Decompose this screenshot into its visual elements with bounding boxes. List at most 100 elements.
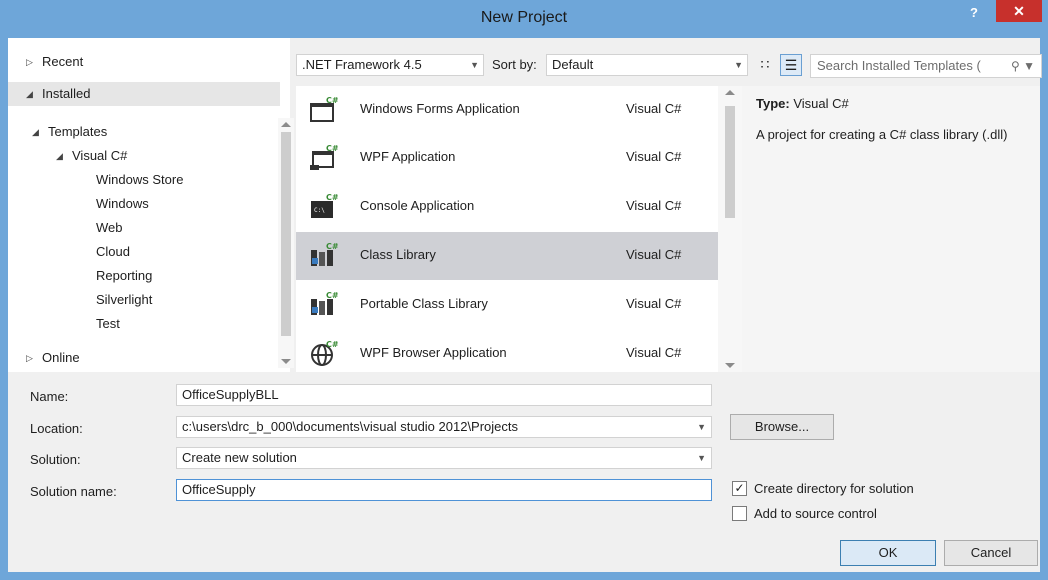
template-name: Console Application xyxy=(360,198,475,213)
list-view-icon[interactable]: ☰ xyxy=(780,54,802,76)
template-language: Visual C# xyxy=(626,296,682,311)
template-name: WPF Browser Application xyxy=(360,345,507,360)
scroll-down-icon[interactable] xyxy=(725,363,735,368)
solution-combo[interactable]: Create new solution ▼ xyxy=(176,447,712,469)
list-item-console-application[interactable]: C:\ C# Console Application Visual C# xyxy=(296,183,718,231)
chevron-down-icon: ▼ xyxy=(734,60,743,70)
class-library-icon: C# xyxy=(311,242,338,266)
tree-item-windows-store[interactable]: Windows Store xyxy=(8,168,280,192)
template-description: Type: Visual C# A project for creating a… xyxy=(742,86,1040,372)
type-value: Visual C# xyxy=(793,96,849,111)
wpf-application-icon: C# xyxy=(310,144,338,170)
expand-arrow-icon: ▷ xyxy=(26,353,33,363)
source-control-label: Add to source control xyxy=(754,506,877,521)
svg-text:C#: C# xyxy=(326,340,338,349)
chevron-down-icon: ▼ xyxy=(697,453,706,463)
create-directory-checkbox[interactable]: ✓ xyxy=(732,481,747,496)
close-button[interactable]: ✕ xyxy=(996,0,1042,22)
type-label: Type: xyxy=(756,96,790,111)
scroll-thumb[interactable] xyxy=(281,132,291,336)
tree-item-label: Visual C# xyxy=(72,148,128,163)
solution-name-value: OfficeSupply xyxy=(182,482,256,497)
list-item-class-library[interactable]: C# Class Library Visual C# xyxy=(296,232,718,280)
tree-item-visual-csharp[interactable]: ◢ Visual C# xyxy=(8,144,280,168)
tree-item-label: Windows xyxy=(96,196,149,211)
list-item-wpf-application[interactable]: C# WPF Application Visual C# xyxy=(296,134,718,182)
tree-item-silverlight[interactable]: Silverlight xyxy=(8,288,280,312)
search-icon[interactable]: ⚲ ▼ xyxy=(1011,55,1035,77)
list-item-portable-class-library[interactable]: C# Portable Class Library Visual C# xyxy=(296,281,718,329)
ok-button[interactable]: OK xyxy=(840,540,936,566)
name-field[interactable]: OfficeSupplyBLL xyxy=(176,384,712,406)
template-tree: ▷ Recent ◢ Installed ◢ Templates ◢ Visua… xyxy=(8,38,294,372)
svg-text:C#: C# xyxy=(326,144,338,153)
location-label: Location: xyxy=(30,421,83,436)
search-placeholder: Search Installed Templates ( xyxy=(817,58,981,73)
tree-item-label: Online xyxy=(42,350,80,365)
tree-scrollbar[interactable] xyxy=(278,118,294,368)
template-name: Portable Class Library xyxy=(360,296,488,311)
scroll-down-icon[interactable] xyxy=(281,359,291,364)
tree-item-label: Windows Store xyxy=(96,172,184,187)
tree-item-label: Cloud xyxy=(96,244,130,259)
scroll-up-icon[interactable] xyxy=(725,90,735,95)
framework-value: .NET Framework 4.5 xyxy=(302,57,422,72)
collapse-arrow-icon: ◢ xyxy=(56,151,63,161)
expand-arrow-icon: ▷ xyxy=(26,57,33,67)
svg-text:C#: C# xyxy=(326,96,338,105)
location-combo[interactable]: c:\users\drc_b_000\documents\visual stud… xyxy=(176,416,712,438)
svg-text:C#: C# xyxy=(326,193,338,202)
tree-item-cloud[interactable]: Cloud xyxy=(8,240,280,264)
template-language: Visual C# xyxy=(626,149,682,164)
source-control-checkbox[interactable] xyxy=(732,506,747,521)
grid-view-icon[interactable]: ∷ xyxy=(754,54,776,76)
list-item-wpf-browser-application[interactable]: C# WPF Browser Application Visual C# xyxy=(296,330,718,372)
tree-item-online[interactable]: ▷ Online xyxy=(8,346,280,370)
solution-label: Solution: xyxy=(30,452,81,467)
tree-item-label: Installed xyxy=(42,86,91,101)
title-bar[interactable]: New Project ? ✕ xyxy=(0,0,1048,38)
svg-text:C:\: C:\ xyxy=(314,207,325,214)
framework-select[interactable]: .NET Framework 4.5 ▼ xyxy=(296,54,484,76)
scroll-up-icon[interactable] xyxy=(281,122,291,127)
cancel-button[interactable]: Cancel xyxy=(944,540,1038,566)
svg-text:C#: C# xyxy=(326,242,338,251)
tree-item-label: Silverlight xyxy=(96,292,153,307)
portable-class-library-icon: C# xyxy=(311,291,338,315)
tree-item-recent[interactable]: ▷ Recent xyxy=(8,50,280,74)
template-name: Class Library xyxy=(360,247,436,262)
new-project-dialog: New Project ? ✕ ▷ Recent ◢ Installed ◢ T… xyxy=(0,0,1048,580)
description-text: A project for creating a C# class librar… xyxy=(756,127,1008,142)
tree-item-test[interactable]: Test xyxy=(8,312,280,336)
tree-item-reporting[interactable]: Reporting xyxy=(8,264,280,288)
tree-item-label: Reporting xyxy=(96,268,153,283)
collapse-arrow-icon: ◢ xyxy=(26,89,33,99)
list-item-windows-forms[interactable]: C# Windows Forms Application Visual C# xyxy=(296,86,718,134)
tree-item-label: Templates xyxy=(48,124,108,139)
create-directory-label: Create directory for solution xyxy=(754,481,914,496)
template-name: Windows Forms Application xyxy=(360,101,520,116)
help-button[interactable]: ? xyxy=(960,4,988,24)
solution-name-field[interactable]: OfficeSupply xyxy=(176,479,712,501)
name-value: OfficeSupplyBLL xyxy=(182,387,279,402)
search-input[interactable]: Search Installed Templates ( ⚲ ▼ xyxy=(810,54,1042,78)
sort-select[interactable]: Default ▼ xyxy=(546,54,748,76)
scroll-thumb[interactable] xyxy=(725,106,735,218)
console-application-icon: C:\ C# xyxy=(311,193,338,218)
chevron-down-icon: ▼ xyxy=(470,60,479,70)
template-list-scrollbar[interactable] xyxy=(718,86,742,372)
dialog-title: New Project xyxy=(480,9,568,26)
tree-item-windows[interactable]: Windows xyxy=(8,192,280,216)
sort-label: Sort by: xyxy=(492,57,537,72)
tree-item-templates[interactable]: ◢ Templates xyxy=(8,120,280,144)
svg-text:C#: C# xyxy=(326,291,338,300)
wpf-browser-icon: C# xyxy=(311,340,338,366)
browse-button[interactable]: Browse... xyxy=(730,414,834,440)
tree-item-installed[interactable]: ◢ Installed xyxy=(8,82,280,106)
template-language: Visual C# xyxy=(626,345,682,360)
chevron-down-icon: ▼ xyxy=(697,422,706,432)
template-name: WPF Application xyxy=(360,149,456,164)
tree-item-web[interactable]: Web xyxy=(8,216,280,240)
tree-item-label: Web xyxy=(96,220,123,235)
sort-value: Default xyxy=(552,57,594,72)
